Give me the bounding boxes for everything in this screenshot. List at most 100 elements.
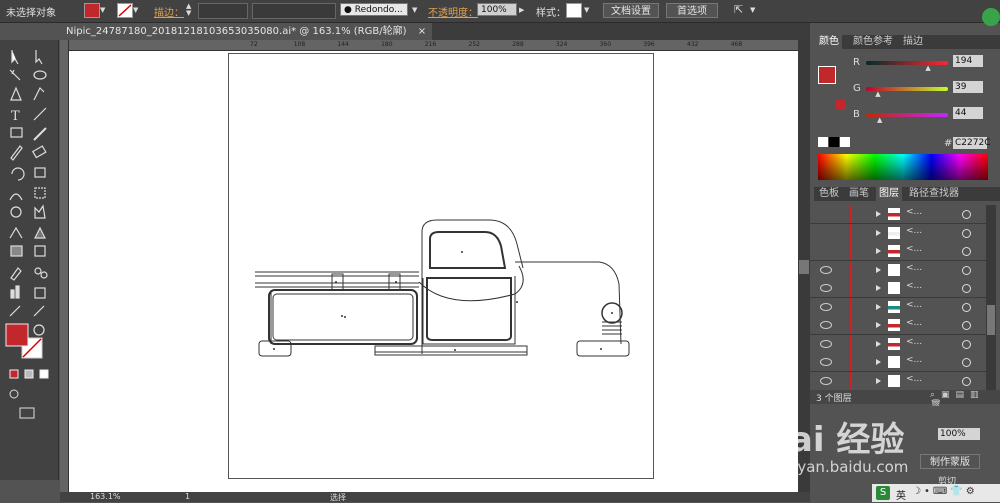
visibility-toggle[interactable] — [818, 209, 830, 219]
chevron-down-icon[interactable]: ▼ — [133, 6, 138, 14]
expand-icon[interactable] — [876, 248, 881, 254]
artboard-tool-icon[interactable] — [34, 287, 46, 299]
layer-row[interactable]: <... — [810, 371, 988, 391]
target-icon[interactable] — [962, 228, 971, 238]
expand-icon[interactable] — [876, 322, 881, 328]
r-slider[interactable] — [866, 61, 948, 65]
expand-icon[interactable] — [876, 359, 881, 365]
width-tool-icon[interactable] — [9, 193, 23, 201]
tab-layers[interactable]: 图层 — [876, 187, 902, 201]
brush-dropdown[interactable]: ● Redondo... — [340, 3, 408, 16]
layers-scrollbar[interactable] — [986, 205, 996, 390]
fill-swatch[interactable] — [84, 3, 100, 18]
slice-tool-icon[interactable] — [9, 305, 21, 317]
zoom-tool-icon[interactable] — [33, 324, 45, 336]
color-spectrum[interactable] — [818, 154, 988, 180]
layer-row[interactable]: <... — [810, 334, 988, 354]
target-icon[interactable] — [962, 247, 971, 256]
arrange-icon[interactable]: ⇱ — [734, 3, 743, 16]
curvature-tool-icon[interactable] — [33, 86, 45, 101]
page-number[interactable]: 1 — [185, 492, 190, 501]
target-icon[interactable] — [962, 339, 971, 349]
eye-icon[interactable] — [820, 339, 832, 348]
tab-pathfinder[interactable]: 路径查找器 — [906, 187, 962, 201]
direct-selection-tool-icon[interactable] — [35, 50, 43, 65]
tab-color-guide[interactable]: 颜色参考 — [850, 35, 896, 49]
layer-row[interactable]: <... — [810, 223, 988, 243]
layer-row[interactable]: <... — [810, 279, 988, 298]
screen-mode-icon[interactable] — [19, 407, 35, 419]
lasso-tool-icon[interactable] — [33, 70, 47, 80]
expand-icon[interactable] — [876, 377, 881, 384]
ime-language[interactable]: 英 — [896, 487, 906, 502]
eye-icon[interactable] — [820, 302, 832, 311]
chevron-down-icon[interactable]: ▼ — [412, 6, 417, 14]
opacity-input[interactable]: 100% — [938, 428, 980, 440]
live-paint-icon[interactable] — [34, 204, 46, 219]
layer-row[interactable]: <... — [810, 297, 988, 317]
preferences-button[interactable]: 首选项 — [666, 3, 718, 18]
stroke-weight-dropdown[interactable] — [198, 3, 248, 19]
perspective-grid-icon[interactable] — [9, 226, 23, 239]
sogou-icon[interactable]: S — [876, 486, 890, 500]
tab-color[interactable]: 颜色 — [816, 35, 842, 49]
type-tool-icon[interactable]: T — [11, 109, 20, 124]
pen-tool-icon[interactable] — [10, 86, 22, 101]
stroke-label[interactable]: 描边： — [154, 4, 184, 19]
eye-icon[interactable] — [820, 321, 832, 329]
hex-input[interactable]: C2272C — [953, 137, 990, 149]
b-slider-marker[interactable]: ▲ — [877, 116, 882, 124]
chevron-down-icon[interactable]: ▼ — [584, 6, 589, 14]
eye-icon[interactable] — [820, 358, 832, 366]
close-icon[interactable]: × — [418, 26, 426, 37]
layer-row[interactable]: <... — [810, 205, 988, 224]
target-icon[interactable] — [962, 376, 971, 386]
g-slider-marker[interactable]: ▲ — [875, 90, 880, 98]
fill-box[interactable] — [818, 66, 836, 84]
rotate-tool-icon[interactable] — [11, 167, 25, 181]
visibility-toggle[interactable] — [818, 228, 830, 238]
target-icon[interactable] — [962, 265, 971, 275]
pencil-tool-icon[interactable] — [10, 145, 23, 161]
target-icon[interactable] — [962, 321, 971, 330]
none-swatch[interactable] — [818, 137, 828, 147]
layer-row[interactable]: <... — [810, 260, 988, 280]
b-input[interactable]: 44 — [953, 107, 983, 119]
style-swatch[interactable] — [566, 3, 582, 18]
r-input[interactable]: 194 — [953, 55, 983, 67]
target-icon[interactable] — [962, 284, 971, 293]
color-mode-icon[interactable] — [9, 369, 19, 379]
variable-width-dropdown[interactable] — [252, 3, 336, 19]
tab-brushes[interactable]: 画笔 — [846, 187, 872, 201]
line-tool-icon[interactable] — [33, 107, 47, 121]
make-mask-button[interactable]: 制作蒙版 — [920, 454, 980, 469]
gradient-tool-icon[interactable] — [10, 245, 23, 257]
zoom-level[interactable]: 163.1% — [90, 492, 121, 501]
artboard[interactable] — [228, 53, 654, 479]
document-tab[interactable]: Nipic_24787180_20181218103653035080.ai* … — [60, 23, 433, 40]
draw-normal-icon[interactable] — [9, 389, 19, 399]
selection-tool-icon[interactable] — [11, 50, 19, 65]
expand-icon[interactable] — [876, 303, 881, 310]
none-mode-icon[interactable] — [39, 369, 49, 379]
ime-tools-icons[interactable]: ☽•⌨👕⚙ — [912, 486, 978, 497]
symbol-sprayer-icon[interactable] — [40, 271, 48, 279]
scale-tool-icon[interactable] — [34, 167, 46, 178]
r-slider-marker[interactable]: ▲ — [925, 64, 930, 72]
expand-icon[interactable] — [876, 229, 881, 236]
rectangle-tool-icon[interactable] — [10, 127, 23, 138]
target-icon[interactable] — [962, 210, 971, 219]
free-transform-icon[interactable] — [34, 187, 46, 199]
white-swatch[interactable] — [840, 137, 850, 147]
doc-settings-button[interactable]: 文档设置 — [603, 3, 659, 18]
layers-scroll-thumb[interactable] — [987, 305, 995, 335]
eraser-tool-icon[interactable] — [31, 145, 47, 159]
gradient-mode-icon[interactable] — [24, 369, 34, 379]
target-icon[interactable] — [962, 302, 971, 312]
black-swatch[interactable] — [829, 137, 839, 147]
expand-icon[interactable] — [876, 285, 881, 291]
layer-row[interactable]: <... — [810, 316, 988, 335]
mesh-tool-icon[interactable] — [34, 226, 46, 239]
eye-icon[interactable] — [820, 376, 832, 385]
layer-row[interactable]: <... — [810, 353, 988, 372]
